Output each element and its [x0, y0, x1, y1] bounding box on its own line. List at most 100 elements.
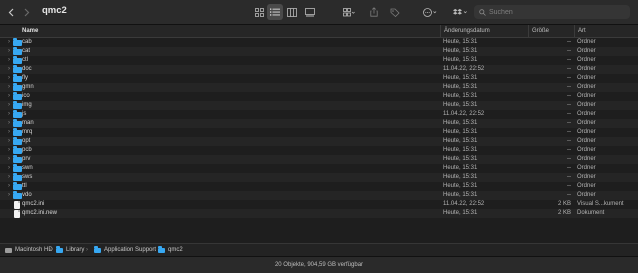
table-row[interactable]: › fly Heute, 15:31 -- Ordner	[0, 74, 638, 83]
table-row[interactable]: › prv Heute, 15:31 -- Ordner	[0, 155, 638, 164]
table-row[interactable]: › doc 11.04.22, 22:52 -- Ordner	[0, 65, 638, 74]
file-name: qmc2.ini	[22, 201, 45, 207]
file-kind: Ordner	[577, 120, 596, 126]
table-row[interactable]: qmc2.ini 11.04.22, 22:52 2 KB Visual S...ku…	[0, 200, 638, 209]
file-name: cat	[22, 48, 31, 54]
dropbox-button[interactable]	[451, 4, 469, 20]
path-item-library[interactable]: Library	[56, 245, 84, 255]
table-row[interactable]: › man Heute, 15:31 -- Ordner	[0, 119, 638, 128]
more-options-icon	[423, 7, 437, 17]
file-kind: Ordner	[577, 156, 596, 162]
forward-button[interactable]	[22, 4, 32, 20]
disclosure-chevron-icon[interactable]: ›	[6, 182, 12, 191]
table-row[interactable]: › js 11.04.22, 22:52 -- Ordner	[0, 110, 638, 119]
path-item-label: qmc2	[168, 247, 183, 253]
column-header-date[interactable]: Änderungsdatum	[440, 25, 528, 37]
table-row[interactable]: › sws Heute, 15:31 -- Ordner	[0, 173, 638, 182]
path-separator-icon: ›	[151, 247, 153, 253]
file-kind: Ordner	[577, 93, 596, 99]
icon-view-button[interactable]	[251, 4, 267, 20]
search-field[interactable]	[474, 5, 630, 19]
list-view-button[interactable]	[267, 4, 283, 20]
folder-icon	[13, 164, 22, 172]
file-name: sws	[22, 174, 33, 180]
folder-icon	[13, 65, 22, 73]
folder-icon	[13, 74, 22, 82]
back-button[interactable]	[6, 4, 16, 20]
file-kind: Ordner	[577, 138, 596, 144]
disclosure-chevron-icon[interactable]: ›	[6, 65, 12, 74]
disclosure-chevron-icon[interactable]: ›	[6, 83, 12, 92]
table-row[interactable]: › vdo Heute, 15:31 -- Ordner	[0, 191, 638, 200]
chevron-right-icon	[24, 8, 30, 16]
window-title: qmc2	[42, 5, 67, 16]
file-size: --	[567, 165, 571, 171]
disclosure-chevron-icon[interactable]: ›	[6, 119, 12, 128]
folder-icon	[158, 246, 165, 253]
disclosure-chevron-icon[interactable]: ›	[6, 101, 12, 110]
column-header-size[interactable]: Größe	[528, 25, 574, 37]
share-button[interactable]	[368, 4, 380, 20]
folder-icon	[13, 101, 22, 109]
file-size: --	[567, 39, 571, 45]
table-row[interactable]: › ico Heute, 15:31 -- Ordner	[0, 92, 638, 101]
disclosure-chevron-icon[interactable]: ›	[6, 155, 12, 164]
gallery-view-button[interactable]	[302, 4, 318, 20]
file-kind: Ordner	[577, 57, 596, 63]
disclosure-chevron-icon[interactable]: ›	[6, 128, 12, 137]
group-grid-icon	[343, 7, 355, 16]
disclosure-chevron-icon[interactable]: ›	[6, 47, 12, 56]
disclosure-chevron-icon[interactable]: ›	[6, 173, 12, 182]
group-by-button[interactable]	[340, 4, 358, 20]
disclosure-chevron-icon[interactable]: ›	[6, 137, 12, 146]
folder-icon	[13, 110, 22, 118]
file-size: --	[567, 129, 571, 135]
file-date: Heute, 15:31	[443, 165, 478, 171]
column-header-name[interactable]: Name	[22, 25, 38, 37]
tag-button[interactable]	[388, 4, 402, 20]
file-name: prv	[22, 156, 31, 162]
disclosure-chevron-icon[interactable]: ›	[6, 146, 12, 155]
disclosure-chevron-icon[interactable]: ›	[6, 191, 12, 200]
path-item-macintosh-hd[interactable]: Macintosh HD	[5, 245, 53, 255]
table-row[interactable]: › pcb Heute, 15:31 -- Ordner	[0, 146, 638, 155]
table-row[interactable]: › ctl Heute, 15:31 -- Ordner	[0, 56, 638, 65]
column-view-button[interactable]	[284, 4, 300, 20]
table-row[interactable]: › cat Heute, 15:31 -- Ordner	[0, 47, 638, 56]
file-kind: Ordner	[577, 66, 596, 72]
file-size: --	[567, 147, 571, 153]
document-icon	[14, 209, 20, 218]
file-name: qmc2.ini.new	[22, 210, 58, 216]
file-date: Heute, 15:31	[443, 156, 478, 162]
table-row[interactable]: › opt Heute, 15:31 -- Ordner	[0, 137, 638, 146]
path-item-qmc2[interactable]: qmc2	[158, 245, 183, 255]
file-name: doc	[22, 66, 32, 72]
path-separator-icon: ›	[49, 247, 51, 253]
column-header-kind[interactable]: Art	[574, 25, 638, 37]
action-menu-button[interactable]	[421, 4, 439, 20]
disclosure-chevron-icon[interactable]: ›	[6, 110, 12, 119]
folder-icon	[13, 155, 22, 163]
list-view-icon	[270, 8, 280, 16]
file-size: --	[567, 48, 571, 54]
disclosure-chevron-icon[interactable]: ›	[6, 38, 12, 47]
search-input[interactable]	[486, 8, 609, 16]
disclosure-chevron-icon[interactable]: ›	[6, 56, 12, 65]
folder-icon	[13, 83, 22, 91]
disclosure-chevron-icon[interactable]: ›	[6, 164, 12, 173]
path-item-label: Library	[66, 247, 85, 253]
table-row[interactable]: › img Heute, 15:31 -- Ordner	[0, 101, 638, 110]
disclosure-chevron-icon[interactable]: ›	[6, 74, 12, 83]
file-name: img	[22, 102, 32, 108]
table-row[interactable]: › ttl Heute, 15:31 -- Ordner	[0, 182, 638, 191]
file-kind: Ordner	[577, 48, 596, 54]
table-row[interactable]: qmc2.ini.new Heute, 15:31 2 KB Dokument	[0, 209, 638, 218]
file-size: --	[567, 174, 571, 180]
path-item-application-support[interactable]: Application Support	[94, 245, 156, 255]
table-row[interactable]: › swn Heute, 15:31 -- Ordner	[0, 164, 638, 173]
table-row[interactable]: › cab Heute, 15:31 -- Ordner	[0, 38, 638, 47]
file-date: Heute, 15:31	[443, 129, 478, 135]
table-row[interactable]: › mrq Heute, 15:31 -- Ordner	[0, 128, 638, 137]
disclosure-chevron-icon[interactable]: ›	[6, 92, 12, 101]
table-row[interactable]: › gmn Heute, 15:31 -- Ordner	[0, 83, 638, 92]
